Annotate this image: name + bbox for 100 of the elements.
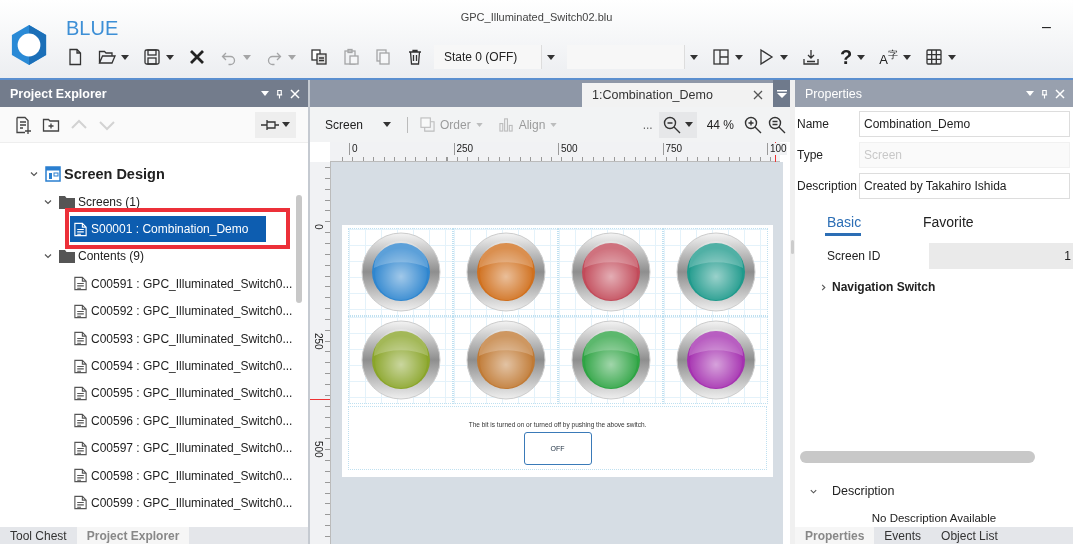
description-text: No Description Available — [870, 512, 998, 524]
scrollbar-thumb[interactable] — [800, 451, 1035, 463]
document-icon — [73, 221, 88, 237]
list-caret-icon — [776, 88, 787, 99]
document-tab[interactable]: 1:Combination_Demo — [582, 83, 774, 107]
tree-item[interactable]: C00594 : GPC_Illuminated_Switch0... — [70, 353, 299, 380]
document-icon — [73, 276, 88, 292]
ruler-label: 250 — [453, 143, 474, 155]
dropdown-caret-icon[interactable] — [947, 54, 956, 60]
zoom-fit-icon[interactable] — [768, 115, 786, 134]
field-label: Description — [797, 179, 859, 193]
dropdown-caret-icon[interactable] — [735, 54, 743, 60]
document-icon — [73, 385, 88, 401]
text-field[interactable]: Combination_Demo — [859, 111, 1070, 137]
tab-list-button[interactable] — [773, 80, 790, 107]
mode-dropdown[interactable]: Screen — [325, 117, 377, 132]
dropdown-caret-icon[interactable] — [547, 54, 555, 60]
text-field[interactable]: Created by Takahiro Ishida — [859, 173, 1070, 199]
hexagon-logo-icon — [10, 24, 48, 66]
dropdown-caret-icon[interactable] — [121, 54, 129, 60]
tree-item[interactable]: C00595 : GPC_Illuminated_Switch0... — [70, 380, 299, 407]
document-icon — [73, 303, 88, 319]
dropdown-caret-icon[interactable] — [684, 122, 693, 127]
pin-icon[interactable] — [276, 88, 283, 99]
align-bars-icon — [498, 117, 514, 132]
dropdown-caret-icon[interactable] — [166, 54, 174, 60]
dropdown-caret-icon — [550, 122, 558, 127]
download-icon[interactable] — [802, 48, 820, 66]
ruler-label: 0 — [349, 143, 358, 155]
more-button[interactable]: ... — [642, 117, 653, 132]
window-title: GPC_Illuminated_Switch02.blu — [460, 11, 613, 23]
grid-icon[interactable] — [924, 48, 943, 66]
new-document-icon[interactable] — [14, 115, 32, 134]
panel-tab[interactable]: Object List — [931, 527, 1008, 544]
state-dropdown[interactable]: State 0 (OFF) — [434, 45, 542, 69]
stack-icon — [420, 117, 435, 132]
tab-label: 1:Combination_Demo — [592, 88, 713, 102]
ruler-label: 100 — [767, 143, 787, 155]
dropdown-caret-icon[interactable] — [902, 54, 911, 60]
field-label: Screen ID — [826, 249, 882, 263]
screen-id-field[interactable]: 1 — [929, 243, 1073, 269]
dropdown-caret-icon[interactable] — [780, 54, 788, 60]
trash-icon[interactable] — [406, 48, 424, 66]
tree-item[interactable]: S00001 : Combination_Demo — [70, 216, 266, 243]
group-header[interactable]: Navigation Switch — [832, 280, 936, 294]
cross-icon[interactable] — [188, 48, 206, 66]
illuminated-switch[interactable] — [360, 320, 441, 400]
pin-icon[interactable] — [1041, 88, 1048, 99]
expand-chevron-icon[interactable] — [29, 169, 39, 179]
document-icon — [73, 468, 88, 484]
tree-item[interactable]: C00599 : GPC_Illuminated_Switch0... — [70, 490, 299, 516]
illuminated-switch[interactable] — [360, 232, 441, 312]
minimize-button[interactable]: – — [1038, 18, 1055, 36]
field-label: Name — [797, 117, 830, 131]
dropdown-caret-icon — [282, 122, 290, 127]
tree-item[interactable]: Contents (9) — [56, 243, 151, 270]
illuminated-switch[interactable] — [675, 232, 756, 312]
document-icon — [73, 495, 88, 511]
dropdown-caret-icon[interactable] — [857, 54, 866, 60]
layout-icon[interactable] — [712, 48, 730, 66]
tree-item[interactable]: C00598 : GPC_Illuminated_Switch0... — [70, 462, 299, 489]
ruler-label: 250 — [312, 332, 324, 350]
illuminated-switch[interactable] — [465, 320, 546, 400]
document-icon — [73, 358, 88, 374]
close-icon[interactable] — [753, 90, 764, 100]
tree-item[interactable]: C00591 : GPC_Illuminated_Switch0... — [70, 270, 299, 297]
tab[interactable]: Favorite — [921, 209, 1017, 236]
tree-item[interactable]: C00597 : GPC_Illuminated_Switch0... — [70, 435, 299, 462]
dropdown-caret-icon[interactable] — [383, 122, 391, 127]
expand-chevron-icon[interactable] — [819, 282, 828, 292]
screen-design-icon — [45, 166, 61, 182]
illuminated-switch[interactable] — [570, 232, 651, 312]
tree-item[interactable]: C00593 : GPC_Illuminated_Switch0... — [70, 325, 299, 352]
language-button[interactable]: A$^{字}$ — [879, 45, 898, 69]
panel-title: Properties — [805, 86, 862, 101]
panel-tab[interactable]: Tool Chest — [0, 527, 77, 544]
zoom-out-icon[interactable] — [662, 115, 681, 134]
open-folder-icon[interactable] — [98, 48, 116, 66]
document-icon — [73, 413, 88, 429]
copy-icon[interactable] — [310, 48, 328, 66]
pin-dropdown[interactable] — [255, 111, 296, 138]
tree-item[interactable]: C00596 : GPC_Illuminated_Switch0... — [70, 407, 299, 434]
play-icon[interactable] — [757, 48, 775, 66]
panel-tab[interactable]: Events — [874, 527, 932, 544]
folder-icon — [59, 249, 75, 264]
tree-item[interactable]: Screen Design — [42, 161, 171, 187]
dropdown-caret-icon[interactable] — [690, 54, 698, 60]
ruler-label: 500 — [558, 143, 578, 155]
ruler-label: 0 — [312, 224, 324, 230]
illuminated-switch[interactable] — [465, 232, 546, 312]
scrollbar-thumb[interactable] — [296, 195, 302, 303]
new-file-icon[interactable] — [66, 48, 84, 66]
panel-title: Project Explorer — [10, 86, 107, 101]
tree-item[interactable]: C00592 : GPC_Illuminated_Switch0... — [70, 298, 299, 325]
save-icon[interactable] — [143, 48, 161, 66]
illuminated-switch[interactable] — [570, 320, 651, 400]
help-button[interactable]: ? — [840, 48, 853, 66]
illuminated-switch[interactable] — [675, 320, 756, 400]
section-header[interactable]: Description — [832, 484, 895, 498]
zoom-in-icon[interactable] — [744, 115, 762, 134]
